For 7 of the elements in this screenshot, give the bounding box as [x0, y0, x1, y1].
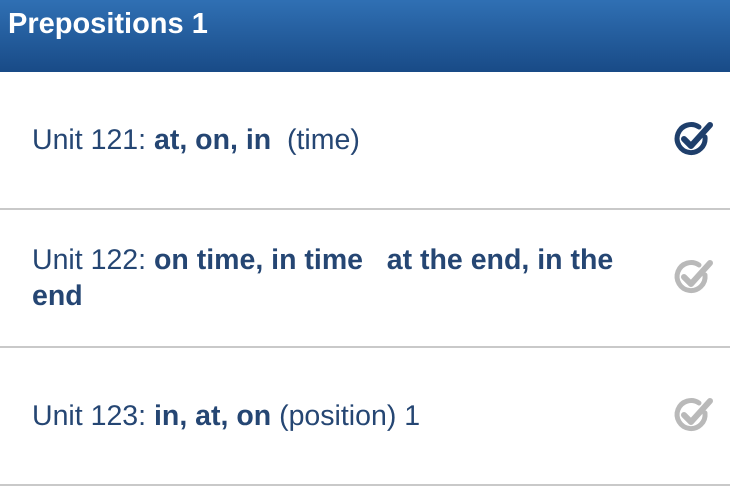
unit-item[interactable]: Unit 121: at, on, in (time)	[0, 72, 730, 210]
unit-title: Unit 121: at, on, in (time)	[32, 123, 360, 158]
unit-item[interactable]: Unit 122: on time, in time at the end, in the end	[0, 210, 730, 348]
unit-title: Unit 123: in, at, on (position) 1	[32, 399, 420, 434]
unit-title: Unit 122: on time, in time at the end, in the end	[32, 243, 614, 314]
unit-item[interactable]: Unit 123: in, at, on (position) 1	[0, 348, 730, 486]
page-title: Prepositions 1	[8, 7, 208, 42]
